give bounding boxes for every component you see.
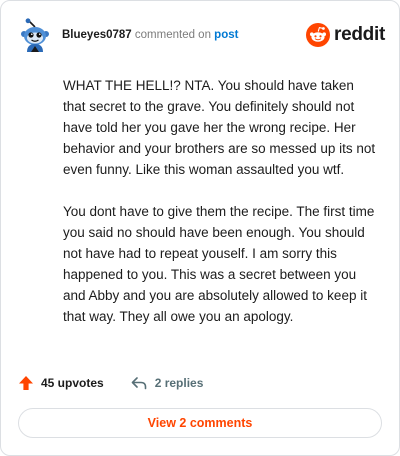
- replies-stat[interactable]: 2 replies: [130, 375, 204, 391]
- comment-header: Blueyes0787 commented on post reddit: [18, 18, 385, 52]
- reddit-logo-icon: [306, 23, 331, 47]
- comment-body: WHAT THE HELL!? NTA. You should have tak…: [63, 75, 379, 348]
- upvotes-count: 45 upvotes: [41, 376, 104, 390]
- snoo-avatar-icon[interactable]: [18, 18, 52, 52]
- reddit-wordmark: reddit: [334, 24, 385, 45]
- comment-embed-card: Blueyes0787 commented on post reddit WHA…: [0, 0, 400, 456]
- username-link[interactable]: Blueyes0787: [62, 29, 132, 41]
- upvotes-stat[interactable]: 45 upvotes: [18, 375, 104, 391]
- reply-arrow-icon: [131, 377, 147, 390]
- comment-paragraph: WHAT THE HELL!? NTA. You should have tak…: [63, 78, 376, 177]
- action-text: commented on: [131, 29, 215, 41]
- replies-count: 2 replies: [154, 376, 204, 390]
- reddit-brand[interactable]: reddit: [306, 23, 385, 47]
- comment-meta: Blueyes0787 commented on post: [62, 29, 306, 41]
- comment-paragraph: You dont have to give them the recipe. T…: [63, 204, 375, 324]
- upvote-arrow-icon: [19, 376, 33, 390]
- view-comments-button[interactable]: View 2 comments: [18, 408, 382, 438]
- post-link[interactable]: post: [214, 29, 238, 41]
- comment-stats: 45 upvotes 2 replies: [18, 373, 229, 393]
